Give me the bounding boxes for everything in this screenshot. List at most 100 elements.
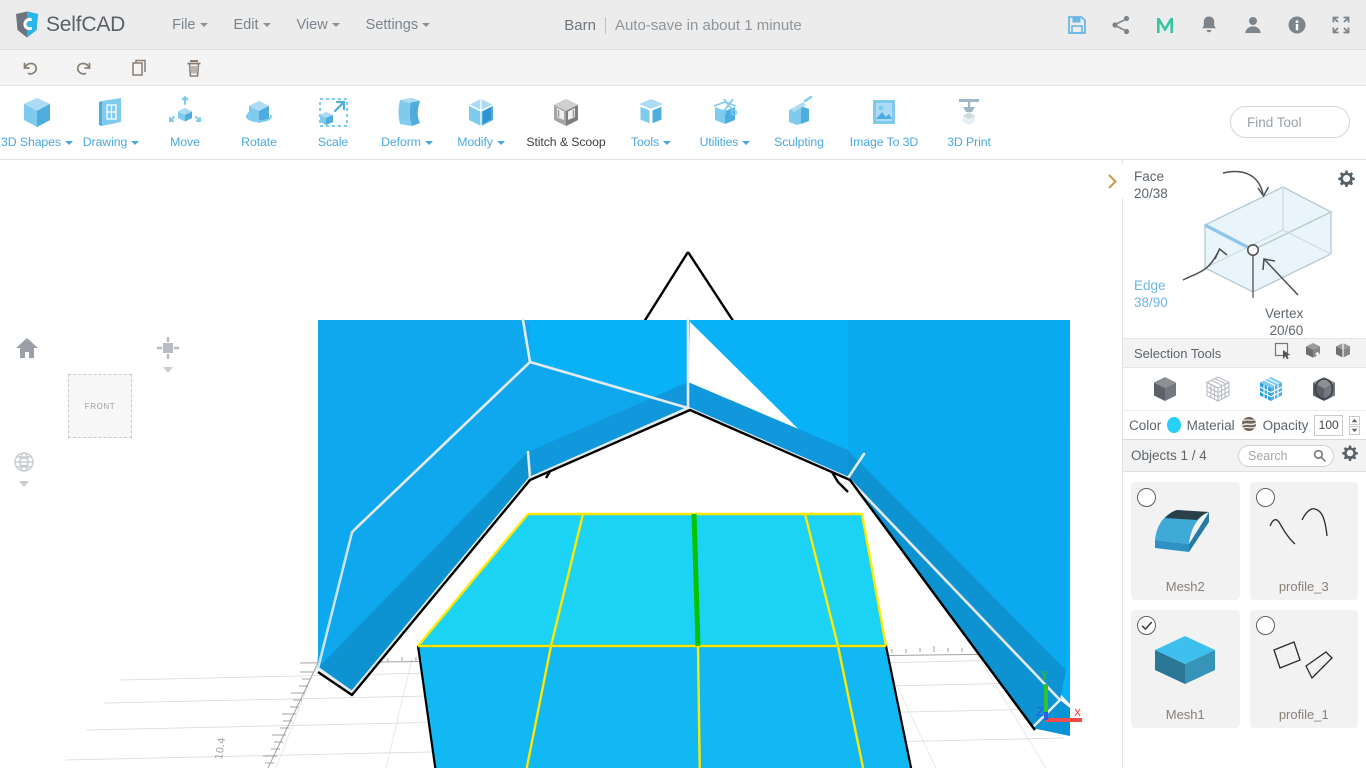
panel-collapse-toggle[interactable]: [1101, 164, 1123, 198]
grid-ruler-label: 10.4: [214, 737, 228, 761]
copy-button[interactable]: [118, 53, 162, 83]
menu-file-label: File: [172, 16, 196, 33]
stitch-scoop-icon: [546, 93, 586, 133]
add-selection-icon[interactable]: [1304, 342, 1322, 365]
selection-settings-gear-icon[interactable]: [1338, 170, 1355, 192]
objects-grid: Mesh2 profile_3 Mesh1 profile_1: [1123, 472, 1366, 738]
vertex-label: Vertex: [1265, 306, 1304, 321]
3d-viewport[interactable]: 10.4 Y x Z FRONT: [0, 160, 1122, 768]
color-swatch[interactable]: [1167, 417, 1181, 433]
tools-box-icon: [631, 93, 671, 133]
tool-sculpting[interactable]: Sculpting: [762, 86, 836, 158]
object-select-radio[interactable]: [1255, 616, 1275, 635]
edge-value: 38/90: [1134, 295, 1168, 310]
tool-rotate[interactable]: Rotate: [222, 86, 296, 158]
object-select-radio[interactable]: [1137, 488, 1156, 507]
fullscreen-icon[interactable]: [1330, 14, 1352, 36]
app-logo[interactable]: SelfCAD: [14, 11, 125, 39]
tool-stitch-and-scoop[interactable]: Stitch & Scoop: [518, 86, 614, 158]
menu-item-list: File Edit View Settings: [159, 11, 443, 39]
undo-button[interactable]: [8, 53, 52, 83]
object-select-radio[interactable]: [1255, 488, 1275, 507]
notifications-bell-icon[interactable]: [1198, 14, 1220, 36]
object-mode-icon[interactable]: [1150, 374, 1180, 404]
tool-utilities-label: Utilities: [700, 135, 751, 149]
tool-tools[interactable]: Tools: [614, 86, 688, 158]
menu-edit[interactable]: Edit: [221, 11, 284, 39]
object-select-radio[interactable]: [1137, 616, 1156, 635]
material-sphere-icon[interactable]: [1241, 416, 1257, 435]
material-properties-row: Color Material Opacity 100: [1123, 410, 1366, 440]
object-card-profile-1[interactable]: profile_1: [1249, 610, 1358, 728]
invert-selection-icon[interactable]: [1334, 342, 1352, 365]
menu-view-label: View: [296, 16, 328, 33]
info-icon[interactable]: [1286, 14, 1308, 36]
chevron-down-icon[interactable]: [19, 481, 29, 487]
user-account-icon[interactable]: [1242, 14, 1264, 36]
chevron-down-icon: [663, 140, 672, 145]
right-panel: Face 20/38 Edge 38/90 Vertex 20/60 Selec…: [1101, 160, 1366, 768]
menu-settings-label: Settings: [365, 16, 419, 33]
snap-grid-control[interactable]: [156, 336, 180, 373]
stepper-down-icon[interactable]: [1349, 425, 1360, 435]
stepper-up-icon[interactable]: [1349, 415, 1360, 425]
document-title[interactable]: Barn: [564, 17, 596, 34]
tool-drawing[interactable]: Drawing: [74, 86, 148, 158]
color-label: Color: [1129, 417, 1162, 433]
chevron-down-icon: [422, 22, 431, 27]
chevron-down-icon: [424, 140, 433, 145]
object-card-mesh2[interactable]: Mesh2: [1131, 482, 1240, 600]
redo-button[interactable]: [62, 53, 106, 83]
menu-settings[interactable]: Settings: [353, 11, 443, 39]
wireframe-mode-icon[interactable]: [1203, 374, 1233, 404]
object-card-profile-3[interactable]: profile_3: [1249, 482, 1358, 600]
share-icon[interactable]: [1110, 14, 1132, 36]
search-icon[interactable]: [1313, 449, 1326, 462]
find-tool-search[interactable]: [1230, 106, 1366, 138]
menu-view[interactable]: View: [284, 11, 353, 39]
snap-grid-icon: [157, 337, 179, 359]
tool-ribbon: 3D Shapes Drawing Move Rotate Scale Defo…: [0, 86, 1366, 160]
menu-edit-label: Edit: [233, 16, 259, 33]
objects-count-label: Objects 1 / 4: [1131, 448, 1207, 463]
opacity-input[interactable]: 100: [1314, 414, 1343, 436]
tool-3d-shapes[interactable]: 3D Shapes: [0, 86, 74, 158]
tool-drawing-label: Drawing: [83, 135, 140, 149]
view-cube[interactable]: FRONT: [68, 374, 132, 438]
objects-settings-gear-icon[interactable]: [1342, 445, 1358, 466]
viewport-canvas[interactable]: 10.4 Y x Z: [0, 160, 1122, 768]
opacity-label: Opacity: [1262, 417, 1309, 433]
deform-bend-icon: [387, 93, 427, 133]
objects-search[interactable]: [1238, 444, 1334, 467]
chevron-down-icon[interactable]: [163, 367, 173, 373]
menu-file[interactable]: File: [159, 11, 220, 39]
face-select-mode-icon[interactable]: [1256, 374, 1286, 404]
tool-modify-label: Modify: [457, 135, 505, 149]
tool-utilities[interactable]: Utilities: [688, 86, 762, 158]
tool-image-to-3d[interactable]: Image To 3D: [836, 86, 932, 158]
face-count[interactable]: Face 20/38: [1134, 168, 1168, 202]
selection-mode-buttons: [1123, 368, 1366, 410]
object-card-mesh1[interactable]: Mesh1: [1131, 610, 1240, 728]
rectangle-select-icon[interactable]: [1274, 342, 1292, 365]
save-icon[interactable]: [1066, 14, 1088, 36]
tool-scale[interactable]: Scale: [296, 86, 370, 158]
home-icon[interactable]: [14, 336, 40, 365]
delete-button[interactable]: [172, 53, 216, 83]
objects-search-input[interactable]: [1239, 448, 1313, 463]
tool-modify[interactable]: Modify: [444, 86, 518, 158]
orbit-globe-control[interactable]: [12, 450, 36, 487]
edge-count[interactable]: Edge 38/90: [1134, 277, 1168, 311]
vertex-mode-icon[interactable]: [1309, 374, 1339, 404]
tool-3d-shapes-label: 3D Shapes: [1, 135, 73, 149]
modify-cube-icon: [461, 93, 501, 133]
tool-3d-print[interactable]: 3D Print: [932, 86, 1006, 158]
opacity-stepper[interactable]: [1349, 415, 1360, 435]
vertex-count[interactable]: Vertex 20/60: [1265, 305, 1303, 339]
find-tool-input[interactable]: [1231, 114, 1366, 130]
mastercloud-m-icon[interactable]: [1154, 14, 1176, 36]
edit-action-bar: [0, 50, 1366, 86]
top-menu-bar: SelfCAD File Edit View Settings Barn Aut…: [0, 0, 1366, 50]
tool-move[interactable]: Move: [148, 86, 222, 158]
tool-deform[interactable]: Deform: [370, 86, 444, 158]
